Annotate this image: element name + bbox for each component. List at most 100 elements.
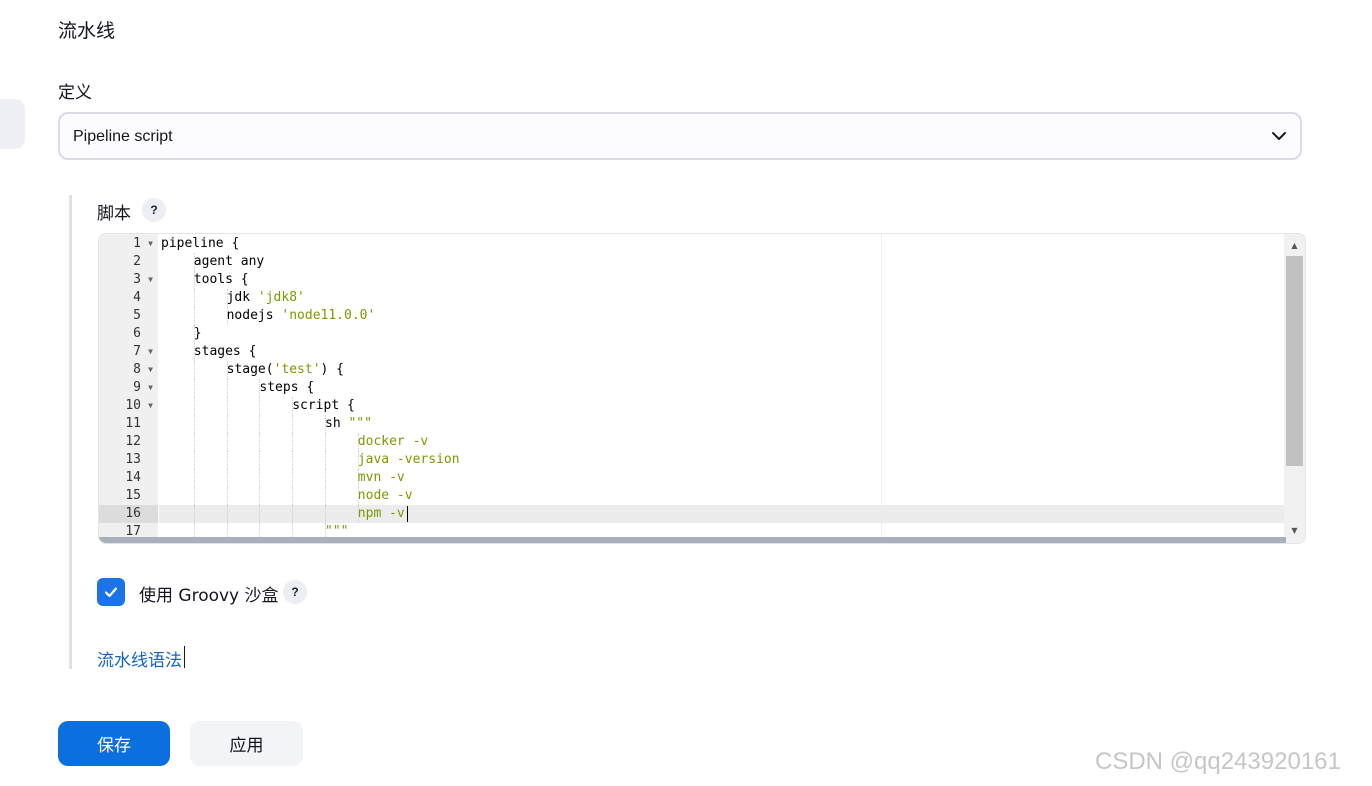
line-number: 5: [99, 307, 158, 325]
indent-guide: [292, 433, 294, 451]
line-number-text: 3: [133, 272, 141, 287]
editor-gutter: 1▼23▼4567▼8▼9▼10▼1112131415161718: [99, 234, 158, 543]
save-button[interactable]: 保存: [58, 721, 170, 766]
line-number: 14: [99, 469, 158, 487]
line-number: 9 ▼: [99, 379, 158, 397]
string-token: 'test': [273, 362, 321, 377]
line-number-text: 13: [125, 452, 141, 467]
indent-guide: [292, 415, 294, 433]
line-number: 10 ▼: [99, 397, 158, 415]
script-editor[interactable]: 1▼23▼4567▼8▼9▼10▼1112131415161718 pipeli…: [98, 233, 1306, 544]
line-number: 4: [99, 289, 158, 307]
indent-guide: [193, 451, 195, 469]
indent-guide: [193, 487, 195, 505]
code-line[interactable]: stages {: [159, 343, 1284, 361]
string-token: 'node11.0.0': [281, 308, 376, 323]
groovy-sandbox-label[interactable]: 使用 Groovy 沙盒: [139, 581, 279, 606]
chevron-down-icon: [1272, 132, 1286, 140]
fold-triangle-icon[interactable]: ▼: [148, 271, 153, 289]
definition-label: 定义: [58, 83, 92, 103]
code-line[interactable]: steps {: [159, 379, 1284, 397]
sandbox-help-button[interactable]: ?: [283, 580, 307, 604]
string-token: 'jdk8': [257, 290, 305, 305]
indent-guide: [259, 451, 261, 469]
indent-guide: [259, 469, 261, 487]
line-number: 11: [99, 415, 158, 433]
indent-guide: [292, 469, 294, 487]
scroll-down-icon[interactable]: ▼: [1284, 521, 1305, 541]
indent-guide: [292, 505, 294, 523]
code-line[interactable]: npm -v: [159, 505, 1284, 523]
code-line[interactable]: nodejs 'node11.0.0': [159, 307, 1284, 325]
code-line[interactable]: stage('test') {: [159, 361, 1284, 379]
text-caret: [184, 646, 185, 668]
line-number: 2: [99, 253, 158, 271]
code-token: ) {: [320, 362, 345, 377]
indent-guide: [325, 469, 326, 487]
line-number-text: 4: [133, 290, 141, 305]
indent-guide: [259, 415, 261, 433]
text-cursor: [407, 506, 408, 522]
code-line[interactable]: jdk 'jdk8': [159, 289, 1284, 307]
fold-triangle-icon[interactable]: ▼: [148, 397, 153, 415]
indent-guide: [193, 307, 195, 325]
string-token: docker -v: [357, 434, 429, 449]
section-title: 流水线: [58, 20, 116, 42]
indent-guide: [226, 487, 228, 505]
code-line[interactable]: tools {: [159, 271, 1284, 289]
script-label: 脚本: [97, 204, 131, 224]
code-line[interactable]: script {: [159, 397, 1284, 415]
line-number: 8 ▼: [99, 361, 158, 379]
code-text: sh """: [325, 415, 372, 433]
code-text: jdk 'jdk8': [227, 289, 305, 307]
groovy-sandbox-checkbox[interactable]: [97, 578, 125, 606]
code-line[interactable]: }: [159, 325, 1284, 343]
indent-guide: [226, 415, 228, 433]
code-token: steps {: [259, 380, 315, 395]
code-line[interactable]: docker -v: [159, 433, 1284, 451]
fold-triangle-icon[interactable]: ▼: [148, 235, 153, 253]
editor-horizontal-scrollbar[interactable]: [99, 537, 1286, 543]
code-text: pipeline {: [161, 235, 239, 253]
definition-select[interactable]: Pipeline script: [58, 112, 1302, 160]
indent-guide: [292, 487, 294, 505]
indent-guide: [325, 505, 326, 523]
code-token: nodejs: [226, 308, 282, 323]
fold-triangle-icon[interactable]: ▼: [148, 361, 153, 379]
indent-guide: [259, 487, 261, 505]
code-line[interactable]: node -v: [159, 487, 1284, 505]
indent-guide: [226, 505, 228, 523]
pipeline-syntax-link[interactable]: 流水线语法: [97, 646, 182, 671]
indent-guide: [259, 397, 261, 415]
code-line[interactable]: mvn -v: [159, 469, 1284, 487]
indent-guide: [226, 379, 228, 397]
script-help-button[interactable]: ?: [142, 198, 166, 222]
line-number: 13: [99, 451, 158, 469]
indent-guide: [226, 433, 228, 451]
side-nav-tab[interactable]: [0, 99, 25, 149]
line-number-text: 7: [133, 344, 141, 359]
line-number-text: 15: [125, 488, 141, 503]
editor-code-area[interactable]: pipeline {agent any tools {jdk 'jdk8' node…: [159, 234, 1284, 543]
code-line[interactable]: java -version: [159, 451, 1284, 469]
code-text: npm -v: [358, 505, 405, 523]
code-token: sh: [325, 416, 349, 431]
scrollbar-thumb[interactable]: [1286, 256, 1303, 466]
code-line[interactable]: agent any: [159, 253, 1284, 271]
editor-vertical-scrollbar[interactable]: ▲ ▼: [1284, 234, 1305, 543]
string-token: node -v: [357, 488, 413, 503]
code-text: stage('test') {: [227, 361, 344, 379]
indent-guide: [193, 379, 195, 397]
indent-guide: [226, 451, 228, 469]
line-number: 3 ▼: [99, 271, 158, 289]
indent-guide: [325, 487, 326, 505]
string-token: """: [348, 416, 372, 431]
code-line[interactable]: pipeline {: [159, 235, 1284, 253]
scroll-up-icon[interactable]: ▲: [1284, 236, 1305, 256]
code-text: agent any: [194, 253, 264, 271]
apply-button[interactable]: 应用: [190, 721, 303, 766]
indent-guide: [259, 505, 261, 523]
code-line[interactable]: sh """: [159, 415, 1284, 433]
fold-triangle-icon[interactable]: ▼: [148, 343, 153, 361]
fold-triangle-icon[interactable]: ▼: [148, 379, 153, 397]
